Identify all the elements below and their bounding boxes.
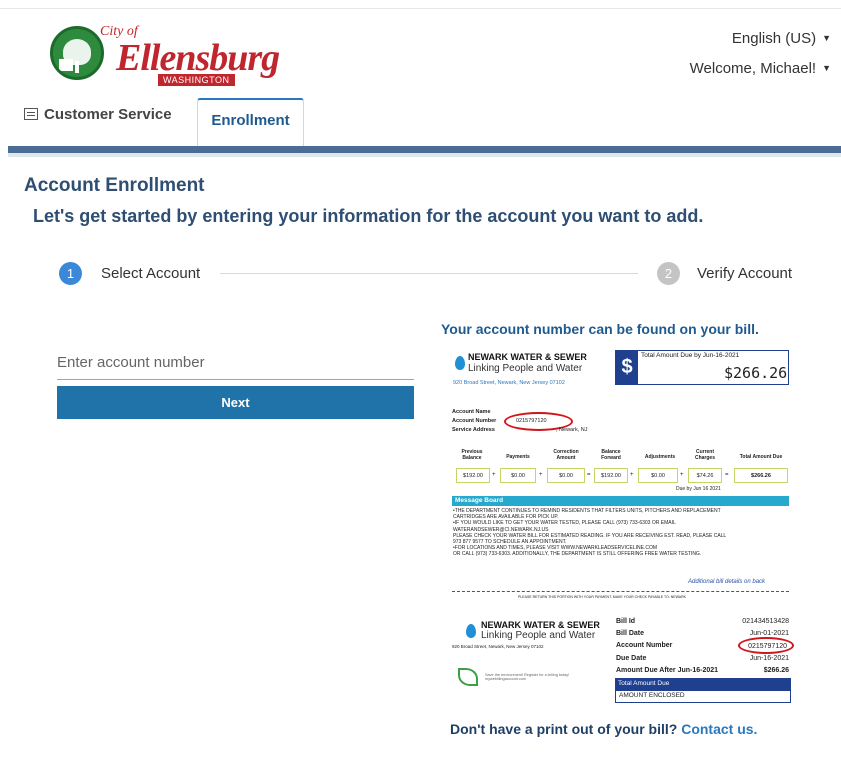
language-selector[interactable]: English (US) ▼ — [732, 30, 831, 47]
bill-hint-text: Your account number can be found on your… — [441, 321, 759, 337]
sample-bill-image: NEWARK WATER & SEWER Linking People and … — [448, 346, 794, 706]
welcome-label: Welcome, Michael! — [689, 60, 817, 77]
bill-service-address-label: Service Address — [452, 427, 495, 433]
val-total-due: $266.26 — [734, 468, 788, 483]
stub-account-number-highlight — [738, 637, 794, 654]
col-previous-balance: Previous Balance — [461, 449, 483, 461]
contact-us-link[interactable]: Contact us. — [681, 721, 757, 737]
user-menu[interactable]: Welcome, Michael! ▼ — [690, 60, 831, 77]
top-divider — [0, 8, 841, 9]
stepper-line — [220, 273, 638, 274]
bill-company: NEWARK WATER & SEWER — [468, 352, 587, 362]
water-drop-icon — [466, 624, 476, 638]
bill-due-amount: $266.26 — [724, 364, 788, 382]
caret-down-icon: ▼ — [822, 33, 831, 43]
account-number-input[interactable] — [57, 346, 414, 380]
language-label: English (US) — [731, 30, 817, 47]
tab-customer-service[interactable]: Customer Service — [24, 106, 172, 123]
stub-total-due-row: Total Amount Due — [615, 678, 791, 690]
stub-tagline: Linking People and Water — [481, 630, 596, 641]
col-adjustments: Adjustments — [644, 454, 676, 460]
val-previous-balance: $192.00 — [456, 468, 490, 483]
val-adjustments: $0.00 — [638, 468, 678, 483]
dollar-icon: $ — [616, 351, 638, 384]
stub-account-number-label: Account Number — [616, 642, 673, 649]
contact-hint: Don't have a print out of your bill? Con… — [450, 721, 757, 737]
caret-down-icon: ▼ — [822, 63, 831, 73]
stub-amount-enclosed-row: AMOUNT ENCLOSED — [615, 690, 791, 703]
step-2-indicator: 2 — [657, 262, 680, 285]
step-2-label: Verify Account — [697, 265, 793, 282]
col-correction: Correction Amount — [553, 449, 579, 461]
page-subtitle: Let's get started by entering your infor… — [33, 206, 704, 226]
stub-bill-id: 021434513428 — [742, 618, 789, 625]
equals-sign: = — [725, 472, 729, 478]
page-title: Account Enrollment — [24, 175, 205, 196]
val-correction: $0.00 — [547, 468, 585, 483]
stub-bill-date: Jun-01-2021 — [749, 630, 789, 637]
step-1-indicator: 1 — [59, 262, 82, 285]
stub-after-label: Amount Due After Jun-16-2021 — [616, 667, 719, 674]
step-1-label: Select Account — [101, 265, 201, 282]
bill-return-note: PLEASE RETURN THIS PORTION WITH YOUR PAY… — [518, 595, 686, 599]
bill-additional-details: Additional bill details on back — [688, 579, 766, 585]
plus-sign: + — [492, 472, 496, 478]
bill-due-by: Due by Jun 16 2021 — [676, 486, 721, 492]
col-current-charges: Current Charges — [694, 449, 715, 461]
bill-service-address: , Newark, NJ — [556, 427, 588, 433]
col-payments: Payments — [506, 454, 530, 460]
bill-address: 920 Broad Street, Newark, New Jersey 071… — [453, 380, 565, 386]
stub-address: 920 Broad Street, Newark, New Jersey 071… — [452, 644, 544, 649]
bill-due-label: Total Amount Due by Jun-16-2021 — [641, 352, 740, 359]
stub-bill-date-label: Bill Date — [616, 630, 645, 637]
tab-enrollment-label: Enrollment — [211, 112, 290, 129]
equals-sign: = — [587, 472, 591, 478]
plus-sign: + — [680, 472, 684, 478]
bill-account-number-label: Account Number — [452, 418, 497, 424]
stub-due-date-label: Due Date — [616, 655, 647, 662]
bill-tear-line — [452, 591, 789, 592]
tab-customer-service-label: Customer Service — [44, 106, 172, 123]
val-current-charges: $74.26 — [688, 468, 722, 483]
plus-sign: + — [630, 472, 634, 478]
val-payments: $0.00 — [500, 468, 536, 483]
plus-sign: + — [539, 472, 543, 478]
tab-bar — [8, 146, 841, 153]
leaf-icon — [458, 668, 478, 686]
bill-tagline: Linking People and Water — [468, 363, 583, 374]
city-seal-icon — [50, 26, 104, 80]
next-button[interactable]: Next — [57, 386, 414, 419]
bill-account-name-label: Account Name — [452, 409, 491, 415]
stub-due-date: Jun-16-2021 — [749, 655, 789, 662]
list-icon — [24, 108, 38, 120]
message-board-text: •THE DEPARTMENT CONTINUES TO REMIND RESI… — [453, 508, 789, 558]
stub-eco-text: Save the environment! Register for e-bil… — [485, 673, 570, 681]
message-board-title: Message Board — [452, 496, 789, 506]
stub-after-amount: $266.26 — [763, 667, 789, 674]
stub-bill-id-label: Bill Id — [616, 618, 636, 625]
message-line: OR CALL (973) 733-6303. ADDITIONALLY, TH… — [453, 551, 702, 558]
city-logo[interactable]: City of Ellensburg WASHINGTON — [50, 22, 280, 88]
col-total-due: Total Amount Due — [739, 454, 783, 460]
logo-state: WASHINGTON — [158, 74, 235, 86]
stub-company: NEWARK WATER & SEWER — [481, 620, 600, 630]
tab-bar-shadow — [8, 153, 841, 157]
contact-hint-text: Don't have a print out of your bill? — [450, 721, 678, 737]
water-drop-icon — [455, 356, 465, 370]
val-balance-forward: $192.00 — [594, 468, 628, 483]
col-balance-forward: Balance Forward — [601, 449, 621, 461]
tab-enrollment[interactable]: Enrollment — [197, 98, 304, 146]
